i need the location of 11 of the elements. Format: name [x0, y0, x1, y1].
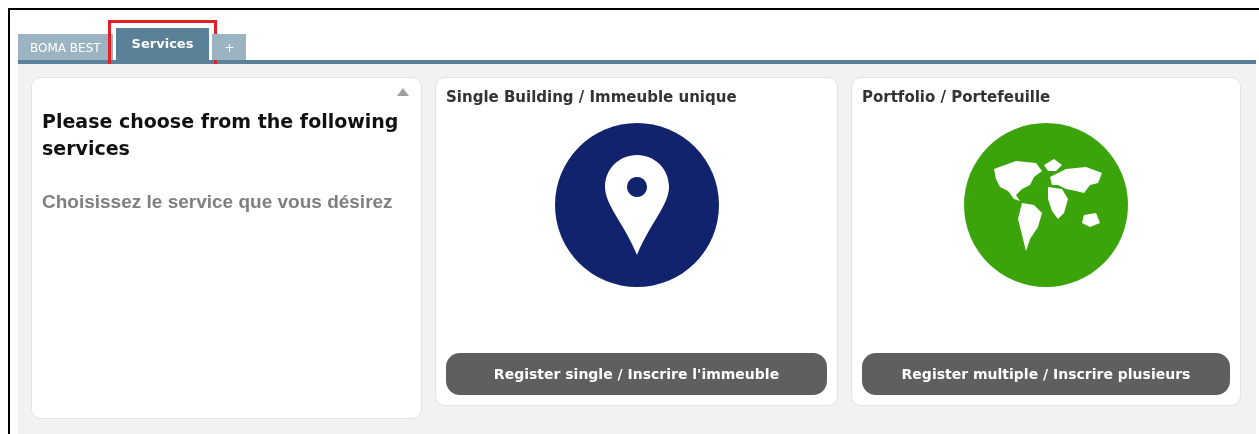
- collapse-icon[interactable]: [397, 88, 409, 96]
- register-button[interactable]: Register single / Inscrire l'immeuble: [446, 353, 827, 395]
- register-button[interactable]: Register multiple / Inscrire plusieurs: [862, 353, 1230, 395]
- intro-heading: Please choose from the following services: [42, 109, 400, 161]
- tab[interactable]: BOMA BEST: [18, 34, 113, 60]
- map-pin-icon: [604, 154, 669, 255]
- tab[interactable]: Services: [115, 28, 210, 60]
- service-title: Portfolio / Portefeuille: [862, 87, 1051, 108]
- tab[interactable]: +: [212, 34, 247, 60]
- intro-subheading: Choisissez le service que vous désirez: [42, 190, 393, 214]
- service-title: Single Building / Immeuble unique: [446, 87, 737, 108]
